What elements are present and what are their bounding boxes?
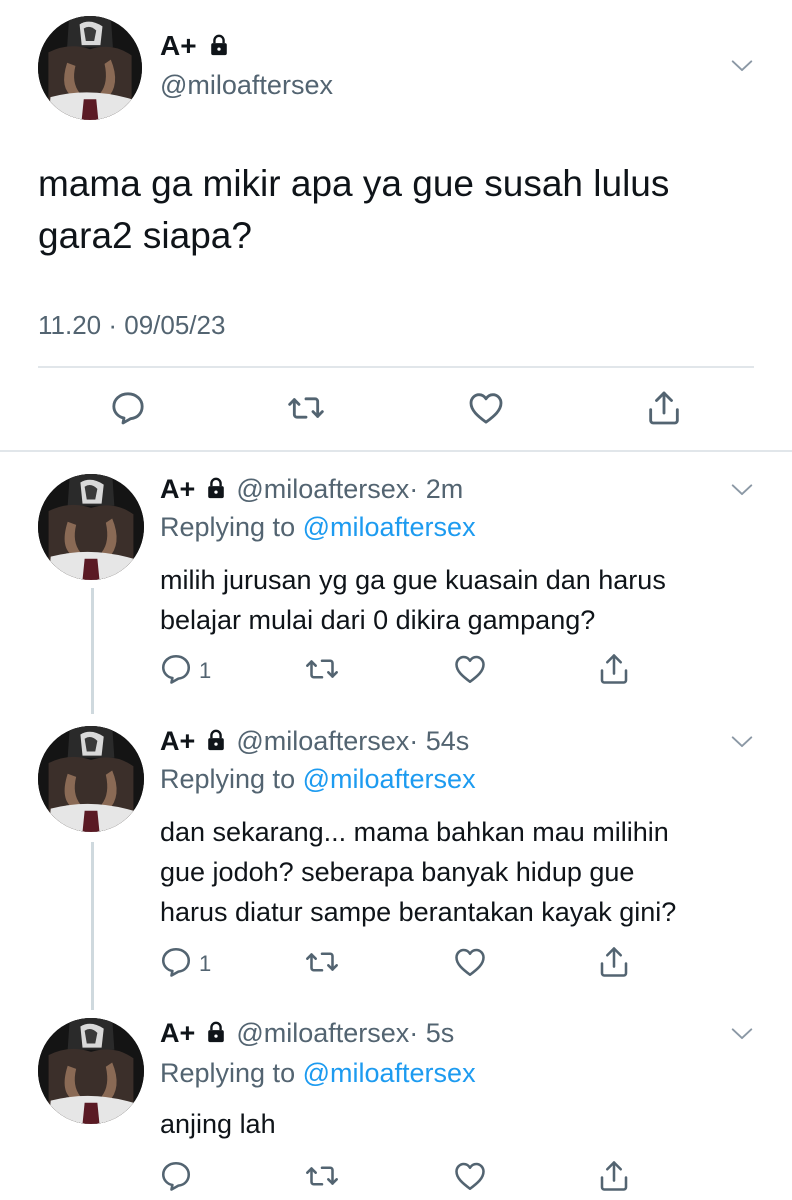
display-name[interactable]: A+	[160, 726, 195, 756]
heart-icon	[452, 1158, 488, 1194]
reply-text-line: gue jodoh? seberapa banyak hidup gue	[160, 857, 635, 887]
replying-to-label: Replying to	[160, 764, 296, 794]
replying-to-label: Replying to	[160, 1058, 296, 1088]
retweet-button[interactable]	[286, 388, 326, 428]
retweet-button[interactable]	[304, 944, 340, 980]
heart-icon	[466, 388, 506, 428]
replying-to: Replying to @miloaftersex	[160, 512, 476, 543]
reply-header: A+ @miloaftersex· 54s	[160, 726, 469, 757]
reply-count: 1	[199, 658, 212, 683]
like-button[interactable]	[466, 388, 506, 428]
thread-line	[91, 842, 94, 1010]
replying-to: Replying to @miloaftersex	[160, 1058, 476, 1089]
reply-button[interactable]	[158, 651, 194, 687]
share-button[interactable]	[596, 651, 632, 687]
lock-icon	[205, 1020, 227, 1044]
reply-button[interactable]	[158, 1158, 194, 1194]
lock-icon	[205, 476, 227, 500]
tweet-text: mama ga mikir apa ya gue susah lulus gar…	[38, 158, 669, 262]
timestamp[interactable]: 11.20 · 09/05/23	[38, 310, 225, 341]
retweet-button[interactable]	[304, 651, 340, 687]
avatar[interactable]	[38, 16, 142, 120]
handle[interactable]: @miloaftersex	[236, 474, 409, 504]
chevron-down-icon[interactable]	[728, 1020, 756, 1048]
replying-to-link[interactable]: @miloaftersex	[303, 512, 476, 542]
share-button[interactable]	[644, 388, 684, 428]
share-icon	[596, 651, 632, 687]
reply-text-line: dan sekarang... mama bahkan mau milihin	[160, 817, 669, 847]
divider	[38, 366, 754, 368]
handle[interactable]: @miloaftersex	[236, 1018, 409, 1048]
reply-button[interactable]	[108, 388, 148, 428]
like-button[interactable]	[452, 651, 488, 687]
replying-to-link[interactable]: @miloaftersex	[303, 1058, 476, 1088]
timestamp[interactable]: · 54s	[409, 726, 469, 756]
replying-to-link[interactable]: @miloaftersex	[303, 764, 476, 794]
retweet-button[interactable]	[304, 1158, 340, 1194]
lock-icon	[205, 728, 227, 752]
handle[interactable]: @miloaftersex	[160, 70, 333, 101]
handle[interactable]: @miloaftersex	[236, 726, 409, 756]
chevron-down-icon[interactable]	[728, 728, 756, 756]
thread-line	[91, 588, 94, 714]
heart-icon	[452, 944, 488, 980]
reply-button[interactable]	[158, 944, 194, 980]
retweet-icon	[304, 651, 340, 687]
reply-icon	[158, 944, 194, 980]
reply-header: A+ @miloaftersex· 2m	[160, 474, 463, 505]
reply-header: A+ @miloaftersex· 5s	[160, 1018, 454, 1049]
share-button[interactable]	[596, 944, 632, 980]
retweet-icon	[286, 388, 326, 428]
lock-icon	[208, 33, 230, 57]
avatar[interactable]	[38, 726, 144, 832]
tweet-text-line: mama ga mikir apa ya gue susah lulus	[38, 163, 670, 204]
reply-text: anjing lah	[160, 1104, 276, 1144]
reply-text-line: anjing lah	[160, 1109, 276, 1139]
reply-text-line: belajar mulai dari 0 dikira gampang?	[160, 605, 596, 635]
reply-text-line: milih jurusan yg ga gue kuasain dan haru…	[160, 565, 666, 595]
timestamp[interactable]: · 2m	[409, 474, 463, 504]
avatar[interactable]	[38, 1018, 144, 1124]
divider	[0, 450, 792, 452]
display-name-text: A+	[160, 30, 197, 61]
reply-text: milih jurusan yg ga gue kuasain dan haru…	[160, 560, 666, 640]
reply-icon	[158, 651, 194, 687]
retweet-icon	[304, 944, 340, 980]
avatar[interactable]	[38, 474, 144, 580]
share-icon	[644, 388, 684, 428]
display-name[interactable]: A+	[160, 30, 230, 62]
reply-icon	[108, 388, 148, 428]
share-icon	[596, 1158, 632, 1194]
like-button[interactable]	[452, 944, 488, 980]
retweet-icon	[304, 1158, 340, 1194]
reply-text: dan sekarang... mama bahkan mau milihin …	[160, 812, 676, 932]
replying-to: Replying to @miloaftersex	[160, 764, 476, 795]
display-name[interactable]: A+	[160, 1018, 195, 1048]
display-name[interactable]: A+	[160, 474, 195, 504]
like-button[interactable]	[452, 1158, 488, 1194]
share-button[interactable]	[596, 1158, 632, 1194]
reply-text-line: harus diatur sampe berantakan kayak gini…	[160, 897, 677, 927]
tweet-text-line: gara2 siapa?	[38, 215, 252, 256]
chevron-down-icon[interactable]	[728, 476, 756, 504]
chevron-down-icon[interactable]	[728, 52, 756, 80]
replying-to-label: Replying to	[160, 512, 296, 542]
heart-icon	[452, 651, 488, 687]
reply-icon	[158, 1158, 194, 1194]
reply-count: 1	[199, 951, 212, 976]
share-icon	[596, 944, 632, 980]
timestamp[interactable]: · 5s	[409, 1018, 454, 1048]
